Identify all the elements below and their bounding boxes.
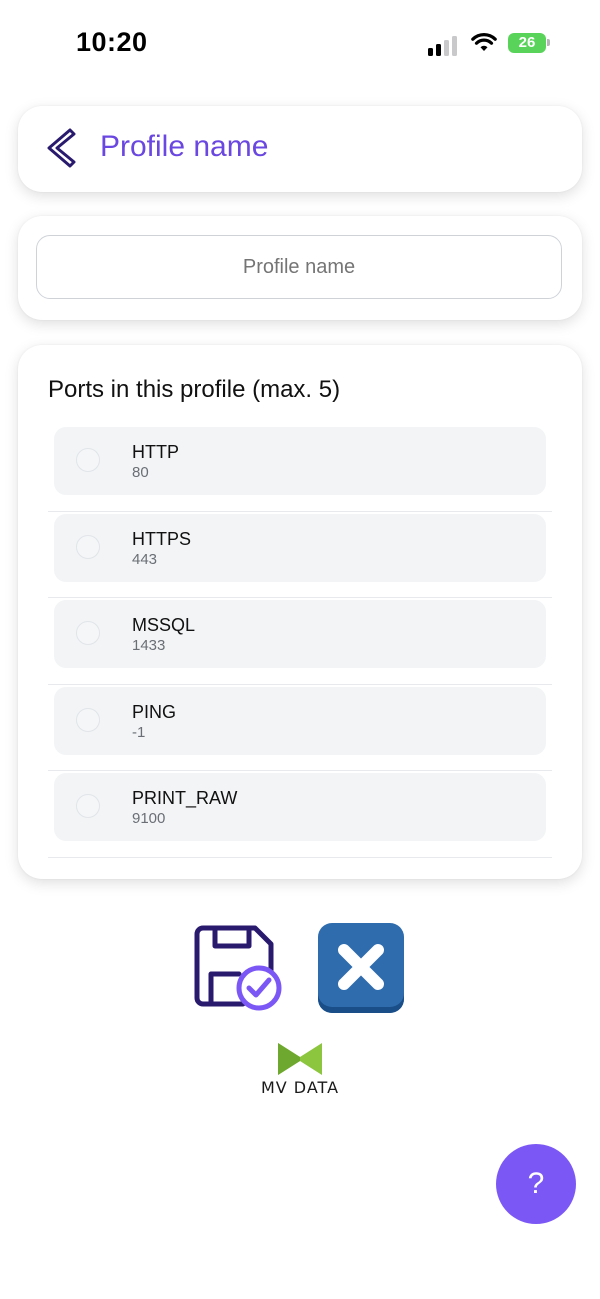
profile-name-card	[18, 216, 582, 320]
wifi-icon	[471, 33, 497, 51]
logo-mark-icon	[278, 1043, 322, 1075]
status-icons: 26	[428, 32, 552, 56]
page-title: Profile name	[100, 130, 269, 163]
ports-title: Ports in this profile (max. 5)	[48, 376, 341, 403]
port-number: 443	[132, 550, 158, 568]
cancel-button[interactable]	[318, 923, 404, 1013]
port-number: -1	[132, 723, 146, 741]
status-time: 10:20	[76, 27, 148, 57]
chevron-left-icon	[47, 128, 76, 168]
port-list: HTTP 80 HTTPS 443 MSSQL 1433 PING -1 PRI…	[48, 425, 552, 858]
port-item-http[interactable]: HTTP 80	[54, 427, 546, 495]
port-name: PRINT_RAW	[132, 788, 238, 808]
profile-name-input[interactable]	[36, 235, 562, 299]
port-number: 1433	[132, 637, 166, 654]
port-row: PING -1	[48, 685, 552, 771]
header-card: Profile name	[18, 106, 582, 192]
back-button[interactable]	[42, 126, 82, 172]
battery-tip	[547, 39, 550, 46]
port-item-print-raw[interactable]: PRINT_RAW 9100	[54, 773, 546, 841]
port-name: HTTPS	[132, 528, 192, 549]
battery-icon: 26	[508, 33, 546, 53]
radio-button[interactable]	[76, 794, 100, 818]
port-number: 80	[132, 464, 149, 481]
help-button[interactable]: ?	[496, 1144, 576, 1224]
port-number: 9100	[132, 810, 166, 827]
port-name: PING	[132, 701, 177, 722]
port-item-https[interactable]: HTTPS 443	[54, 513, 546, 582]
logo-text: MV DATA	[260, 1078, 340, 1097]
battery-level: 26	[518, 34, 536, 51]
radio-button[interactable]	[76, 448, 100, 472]
port-row: HTTPS 443	[48, 512, 552, 598]
ports-card: Ports in this profile (max. 5) HTTP 80 H…	[18, 345, 582, 879]
radio-button[interactable]	[76, 707, 100, 732]
port-item-mssql[interactable]: MSSQL 1433	[54, 600, 546, 668]
mv-data-logo: MV DATA	[238, 1043, 362, 1101]
port-row: HTTP 80	[48, 425, 552, 512]
close-x-icon	[338, 944, 384, 990]
port-row: MSSQL 1433	[48, 598, 552, 685]
save-button[interactable]	[193, 922, 285, 1012]
radio-button[interactable]	[76, 534, 100, 559]
floppy-disk-check-icon	[194, 925, 282, 1011]
status-bar: 10:20 26	[0, 0, 600, 88]
port-item-ping[interactable]: PING -1	[54, 686, 546, 755]
radio-button[interactable]	[76, 621, 100, 645]
port-row: PRINT_RAW 9100	[48, 771, 552, 858]
port-name: HTTP	[132, 442, 179, 462]
port-name: MSSQL	[132, 615, 196, 635]
